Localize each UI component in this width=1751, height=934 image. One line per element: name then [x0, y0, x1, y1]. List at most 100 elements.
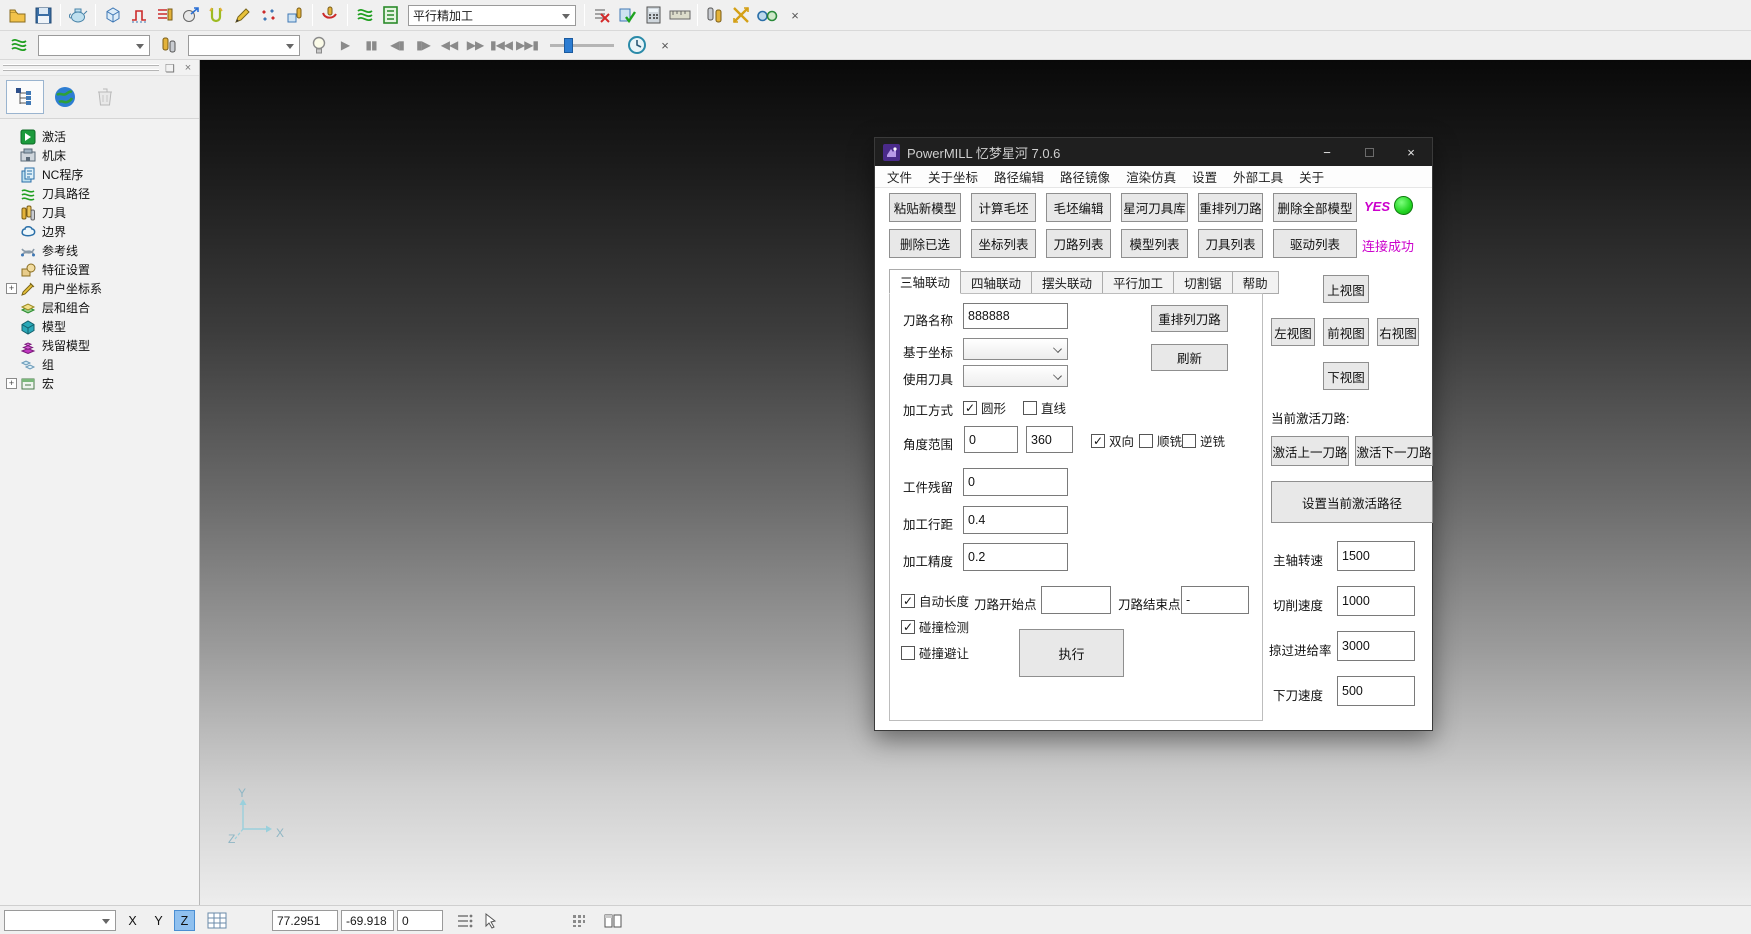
toolpath-connections-icon[interactable]	[317, 2, 343, 28]
jump-start-button[interactable]: ▮◀◀	[488, 32, 514, 58]
tree-item-nc-programs[interactable]: NC程序	[0, 165, 199, 184]
menu-about-coords[interactable]: 关于坐标	[920, 166, 986, 187]
start-end-point-icon[interactable]	[178, 2, 204, 28]
tab-web-globe[interactable]	[46, 80, 84, 114]
sim-toolbar-close-button[interactable]: ×	[656, 36, 674, 54]
auto-length-checkbox[interactable]: ✓自动长度	[901, 591, 969, 610]
collision-check-checkbox[interactable]: ✓碰撞检测	[901, 617, 969, 636]
menu-file[interactable]: 文件	[879, 166, 920, 187]
angle-start-input[interactable]	[964, 426, 1018, 453]
workplane-dropdown[interactable]	[4, 910, 116, 931]
panel-close-icon[interactable]: ×	[181, 61, 195, 75]
angle-end-input[interactable]	[1026, 426, 1073, 453]
tree-item-groups[interactable]: 组	[0, 355, 199, 374]
close-button[interactable]: ×	[1390, 138, 1432, 166]
rearrange-toolpaths-button[interactable]: 重排列刀路	[1198, 193, 1263, 222]
panel-grip[interactable]: ❏ ×	[0, 60, 199, 76]
tab-3axis[interactable]: 三轴联动	[889, 269, 961, 294]
save-project-icon[interactable]	[30, 2, 56, 28]
toolpath-spring-icon[interactable]	[352, 2, 378, 28]
edit-toolpath-icon[interactable]	[230, 2, 256, 28]
tree-item-boundaries[interactable]: 边界	[0, 222, 199, 241]
tool-axis-icon[interactable]	[282, 2, 308, 28]
refresh-button[interactable]: 刷新	[1151, 344, 1228, 371]
drive-list-button[interactable]: 驱动列表	[1273, 229, 1357, 258]
pause-button[interactable]: ▮▮	[358, 32, 384, 58]
menu-about[interactable]: 关于	[1291, 166, 1332, 187]
grid-toggle-icon[interactable]	[204, 908, 230, 934]
line-checkbox[interactable]: 直线	[1023, 398, 1066, 417]
next-toolpath-button[interactable]: 激活下一刀路	[1355, 436, 1433, 466]
jump-end-button[interactable]: ▶▶▮	[514, 32, 540, 58]
coord-z-field[interactable]: 0	[397, 910, 443, 931]
menu-external-tools[interactable]: 外部工具	[1225, 166, 1291, 187]
right-view-button[interactable]: 右视图	[1377, 318, 1419, 346]
feed-rates-icon[interactable]	[152, 2, 178, 28]
top-view-button[interactable]: 上视图	[1323, 275, 1369, 303]
rearrange-button[interactable]: 重排列刀路	[1151, 305, 1228, 332]
climb-checkbox[interactable]: 顺铣	[1139, 431, 1182, 450]
spindle-speed-input[interactable]	[1337, 541, 1415, 571]
toolpath-name-input[interactable]	[963, 303, 1068, 329]
panel-float-icon[interactable]: ❏	[163, 61, 177, 75]
delete-selected-button[interactable]: 删除已选	[889, 229, 961, 258]
menu-path-edit[interactable]: 路径编辑	[986, 166, 1052, 187]
pixel-grid-icon[interactable]	[566, 908, 592, 934]
expander-icon[interactable]: +	[6, 378, 17, 389]
coord-y-field[interactable]: -69.918	[341, 910, 394, 931]
simulation-speed-slider[interactable]	[550, 44, 614, 47]
menu-path-mirror[interactable]: 路径镜像	[1052, 166, 1118, 187]
tab-saw[interactable]: 切割锯	[1174, 271, 1233, 294]
rapid-heights-icon[interactable]	[126, 2, 152, 28]
sim-toolpath-dropdown[interactable]	[38, 35, 150, 56]
circular-checkbox[interactable]: ✓圆形	[963, 398, 1006, 417]
step-back-button[interactable]: ◀▮	[384, 32, 410, 58]
toolbar-close-button[interactable]: ×	[786, 6, 804, 24]
tree-item-levels-sets[interactable]: 层和组合	[0, 298, 199, 317]
clock-speed-icon[interactable]	[624, 32, 650, 58]
measure-icon[interactable]	[667, 2, 693, 28]
z-axis-button[interactable]: Z	[174, 910, 195, 931]
set-active-path-button[interactable]: 设置当前激活路径	[1271, 481, 1433, 523]
simulation-glasses-icon[interactable]	[754, 2, 780, 28]
stepover-input[interactable]	[963, 506, 1068, 534]
tab-4axis[interactable]: 四轴联动	[961, 271, 1032, 294]
cutting-feed-input[interactable]	[1337, 586, 1415, 616]
tolerance-input[interactable]	[963, 543, 1068, 571]
bottom-view-button[interactable]: 下视图	[1323, 362, 1369, 390]
coord-list-button[interactable]: 坐标列表	[971, 229, 1036, 258]
sim-tool-dropdown[interactable]	[188, 35, 300, 56]
maximize-button[interactable]	[1348, 138, 1390, 166]
lightbulb-icon[interactable]	[306, 32, 332, 58]
tab-explorer-tree[interactable]	[6, 80, 44, 114]
skim-feed-input[interactable]	[1337, 631, 1415, 661]
minimize-button[interactable]: −	[1306, 138, 1348, 166]
strategy-list-icon[interactable]	[378, 2, 404, 28]
open-project-icon[interactable]	[4, 2, 30, 28]
end-point-input[interactable]	[1181, 586, 1249, 614]
cursor-position-icon[interactable]	[478, 908, 504, 934]
leads-links-icon[interactable]	[204, 2, 230, 28]
tree-item-tools[interactable]: 刀具	[0, 203, 199, 222]
menu-settings[interactable]: 设置	[1184, 166, 1225, 187]
rewind-button[interactable]: ◀◀	[436, 32, 462, 58]
calculator-icon[interactable]	[641, 2, 667, 28]
conventional-checkbox[interactable]: 逆铣	[1182, 431, 1225, 450]
execute-button[interactable]: 执行	[1019, 629, 1124, 677]
tab-help[interactable]: 帮助	[1233, 271, 1279, 294]
y-axis-button[interactable]: Y	[148, 910, 169, 931]
viewport-3d[interactable]: Y X Z PowerMILL 忆梦星河 7.0.6 − × 文件	[200, 60, 1751, 905]
tab-parallel[interactable]: 平行加工	[1103, 271, 1174, 294]
tool-library-button[interactable]: 星河刀具库	[1121, 193, 1188, 222]
snap-options-icon[interactable]	[452, 908, 478, 934]
use-tool-dropdown[interactable]	[963, 365, 1068, 387]
left-view-button[interactable]: 左视图	[1271, 318, 1315, 346]
fast-forward-button[interactable]: ▶▶	[462, 32, 488, 58]
point-distribution-icon[interactable]	[256, 2, 282, 28]
step-forward-button[interactable]: ▮▶	[410, 32, 436, 58]
start-point-input[interactable]	[1041, 586, 1111, 614]
tree-item-feature-sets[interactable]: 特征设置	[0, 260, 199, 279]
tool-database-icon[interactable]	[702, 2, 728, 28]
verify-toolpath-icon[interactable]	[615, 2, 641, 28]
plunge-feed-input[interactable]	[1337, 676, 1415, 706]
